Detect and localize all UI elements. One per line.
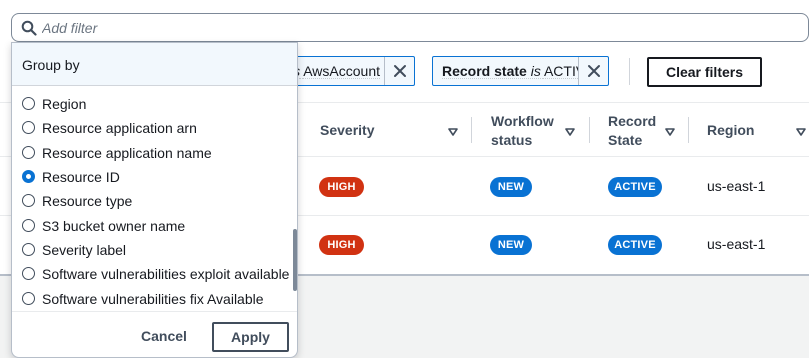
column-divider [471,117,472,143]
option-label: S3 bucket owner name [42,218,186,234]
option-label: Software vulnerabilities fix Available [42,291,264,307]
column-header-label: Workflow status [491,112,554,148]
group-by-label: Group by [22,57,80,73]
group-by-option-resource-id[interactable]: Resource ID [12,165,292,189]
apply-button[interactable]: Apply [212,322,289,352]
radio-button[interactable] [22,146,35,159]
group-by-option-software-vulnerabilities-exploit-available[interactable]: Software vulnerabilities exploit availab… [12,262,292,286]
filter-search-bar[interactable] [11,13,809,42]
severity-badge: HIGH [319,177,364,197]
divider [629,58,630,85]
cancel-button[interactable]: Cancel [130,321,198,351]
group-by-option-resource-application-arn[interactable]: Resource application arn [12,116,292,140]
dropdown-footer: Cancel Apply [12,311,297,357]
group-by-dropdown: Group by Region Resource application arn… [11,42,298,358]
group-by-option-resource-application-name[interactable]: Resource application name [12,141,292,165]
radio-button-selected[interactable] [22,170,35,183]
remove-filter-button[interactable] [578,57,608,85]
option-label: Resource ID [42,169,120,185]
column-header-label: Record State [608,112,657,148]
sort-caret-icon[interactable] [448,128,458,136]
region-cell: us-east-1 [707,178,766,194]
column-header-record-state[interactable]: Record State [608,103,656,158]
radio-button[interactable] [22,219,35,232]
close-icon [393,65,406,77]
remove-filter-button[interactable] [384,57,414,85]
scrollbar-thumb[interactable] [293,229,297,291]
region-cell: us-east-1 [707,236,766,252]
radio-button[interactable] [22,292,35,305]
option-label: Severity label [42,242,127,258]
sort-caret-icon[interactable] [665,128,675,136]
group-by-option-resource-type[interactable]: Resource type [12,189,292,213]
column-header-label: Region [707,122,755,138]
radio-button[interactable] [22,194,35,207]
sort-caret-icon[interactable] [796,128,806,136]
radio-button[interactable] [22,267,35,280]
filter-token-record-state[interactable]: Record state is ACTIVE [432,56,609,86]
radio-button[interactable] [22,97,35,110]
dropdown-header: Group by [12,43,297,86]
sort-caret-icon[interactable] [565,128,575,136]
group-by-options-list[interactable]: Region Resource application arn Resource… [12,91,297,309]
column-header-label: Severity [320,122,375,138]
column-header-workflow-status[interactable]: Workflow status [491,103,554,158]
workflow-status-badge: NEW [490,177,532,197]
option-label: Resource type [42,193,133,209]
severity-badge: HIGH [319,235,364,255]
record-state-badge: ACTIVE [608,235,662,255]
radio-button[interactable] [22,121,35,134]
group-by-option-region[interactable]: Region [12,92,292,116]
radio-button[interactable] [22,243,35,256]
group-by-option-software-vulnerabilities-fix-available[interactable]: Software vulnerabilities fix Available [12,287,292,309]
workflow-status-badge: NEW [490,235,532,255]
column-divider [688,117,689,143]
clear-filters-button[interactable]: Clear filters [647,57,762,87]
column-header-region[interactable]: Region [707,103,754,158]
record-state-badge: ACTIVE [608,177,662,197]
option-label: Resource application name [42,145,212,161]
column-header-severity[interactable]: Severity [320,103,374,158]
option-label: Software vulnerabilities exploit availab… [42,266,290,282]
group-by-option-severity-label[interactable]: Severity label [12,238,292,262]
filter-search-input[interactable] [42,17,782,39]
option-label: Region [42,96,87,112]
group-by-option-s3-bucket-owner-name[interactable]: S3 bucket owner name [12,214,292,238]
filter-token-label: Record state is ACTIVE [442,63,578,79]
search-icon [21,20,37,36]
option-label: Resource application arn [42,120,197,136]
close-icon [587,65,600,77]
column-divider [589,117,590,143]
